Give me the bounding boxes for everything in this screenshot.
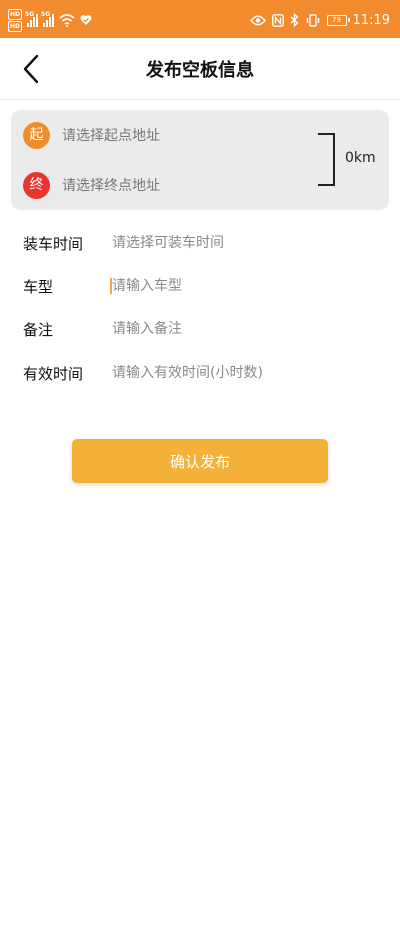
confirm-publish-button[interactable]: 确认发布 bbox=[72, 439, 328, 483]
form-row-valid-time: 有效时间 bbox=[0, 355, 400, 391]
valid-time-label: 有效时间 bbox=[23, 364, 84, 383]
loading-time-label: 装车时间 bbox=[23, 234, 84, 253]
signal-icon-2: 5G bbox=[41, 11, 55, 27]
end-address-placeholder: 请选择终点地址 bbox=[62, 178, 160, 194]
status-right-icons: 79 11:19 bbox=[249, 10, 390, 30]
vehicle-type-input[interactable] bbox=[110, 278, 370, 294]
address-card: 起 请选择起点地址 终 请选择终点地址 0km bbox=[11, 110, 389, 210]
vehicle-type-label: 车型 bbox=[23, 277, 54, 296]
start-address-placeholder: 请选择起点地址 bbox=[62, 128, 160, 144]
remarks-input[interactable] bbox=[112, 321, 372, 337]
nfc-icon bbox=[271, 13, 284, 27]
valid-time-input[interactable] bbox=[112, 365, 372, 381]
start-address-row[interactable]: 起 请选择起点地址 bbox=[23, 121, 160, 149]
remarks-label: 备注 bbox=[23, 320, 54, 339]
status-bar: HD HD 5G 5G 79 11:19 bbox=[0, 0, 400, 38]
end-address-row[interactable]: 终 请选择终点地址 bbox=[23, 171, 160, 199]
network-type-2: 5G bbox=[41, 11, 51, 18]
distance-bracket bbox=[318, 133, 335, 186]
network-type-1: 5G bbox=[25, 11, 35, 18]
vibrate-icon bbox=[306, 13, 319, 27]
signal-icon-1: 5G bbox=[25, 11, 39, 27]
page-title: 发布空板信息 bbox=[146, 60, 254, 81]
bluetooth-icon bbox=[290, 13, 299, 27]
form-row-remarks: 备注 bbox=[0, 311, 400, 347]
end-badge: 终 bbox=[23, 171, 50, 199]
battery-icon: 79 bbox=[326, 14, 350, 26]
eye-icon bbox=[249, 15, 266, 25]
hd-badge-bottom: HD bbox=[8, 20, 23, 32]
heart-shield-icon bbox=[80, 15, 92, 25]
form-row-vehicle-type: 车型 bbox=[0, 268, 400, 304]
status-left-icons: HD HD 5G 5G bbox=[8, 8, 92, 32]
distance-value: 0km bbox=[345, 150, 376, 166]
nav-bar: 发布空板信息 bbox=[0, 38, 400, 100]
clock: 11:19 bbox=[352, 12, 390, 28]
form-row-loading-time: 装车时间 bbox=[0, 225, 400, 261]
hd-icons: HD HD bbox=[8, 8, 23, 32]
wifi-icon bbox=[59, 13, 75, 27]
loading-time-input[interactable] bbox=[112, 235, 372, 251]
start-badge: 起 bbox=[23, 121, 50, 149]
hd-badge-top: HD bbox=[8, 8, 23, 20]
